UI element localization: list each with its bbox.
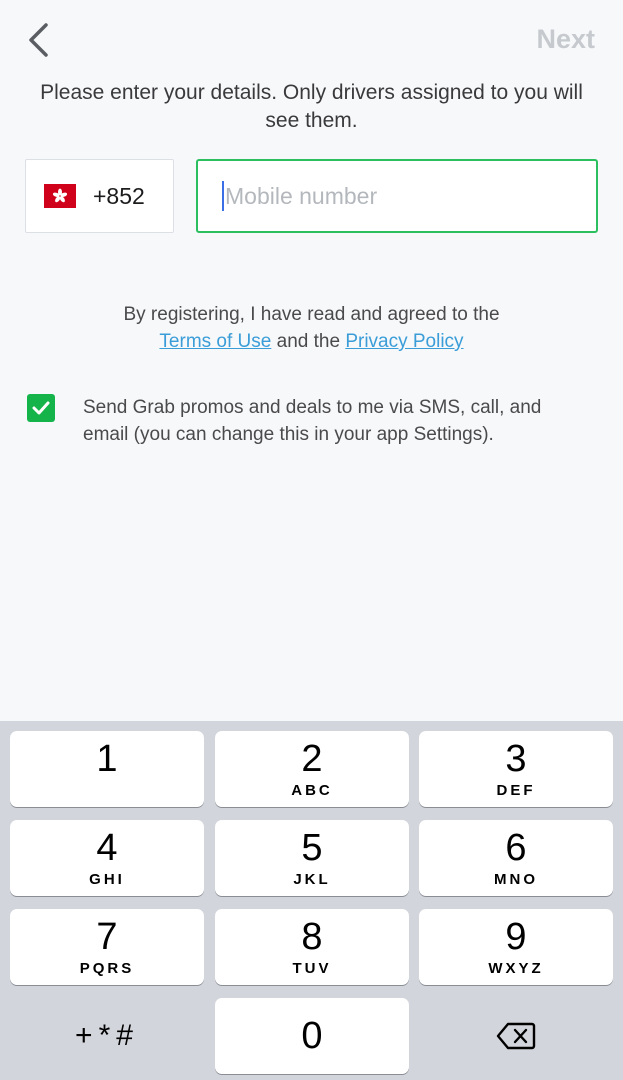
key-letters: WXYZ [488, 960, 544, 977]
key-7[interactable]: 7 PQRS [10, 909, 204, 985]
key-digit: 3 [505, 738, 527, 780]
key-digit: 0 [301, 1015, 323, 1057]
mobile-number-field-wrapper [196, 159, 598, 233]
key-0[interactable]: 0 [215, 998, 409, 1074]
key-digit: 2 [301, 738, 323, 780]
key-letters: JKL [293, 871, 331, 888]
key-digit: 5 [301, 827, 323, 869]
checkmark-icon [32, 401, 50, 415]
text-cursor [222, 181, 224, 211]
country-code-selector[interactable]: +852 [25, 159, 174, 233]
key-9[interactable]: 9 WXYZ [419, 909, 613, 985]
key-digit: 1 [96, 738, 118, 780]
key-letters: GHI [89, 871, 125, 888]
key-letters: TUV [292, 960, 332, 977]
backspace-icon [496, 1022, 536, 1050]
key-symbols[interactable]: +*# [10, 998, 204, 1074]
terms-conjunction: and the [276, 331, 341, 352]
chevron-left-icon [29, 23, 48, 57]
key-5[interactable]: 5 JKL [215, 820, 409, 896]
next-button[interactable]: Next [536, 24, 595, 55]
key-letters: ABC [291, 782, 333, 799]
key-digit: 4 [96, 827, 118, 869]
privacy-policy-link[interactable]: Privacy Policy [345, 331, 463, 352]
terms-of-use-link[interactable]: Terms of Use [159, 331, 271, 352]
mobile-number-input[interactable] [225, 182, 585, 210]
symbols-label: +*# [75, 1019, 139, 1052]
key-1[interactable]: 1 [10, 731, 204, 807]
key-8[interactable]: 8 TUV [215, 909, 409, 985]
hong-kong-flag-icon [44, 184, 76, 208]
key-letters: DEF [496, 782, 536, 799]
key-delete[interactable] [419, 998, 613, 1074]
terms-prefix: By registering, I have read and agreed t… [123, 304, 500, 325]
key-digit: 9 [505, 916, 527, 958]
key-digit: 6 [505, 827, 527, 869]
promo-checkbox[interactable] [27, 394, 55, 422]
key-letters: PQRS [79, 960, 135, 977]
key-3[interactable]: 3 DEF [419, 731, 613, 807]
key-4[interactable]: 4 GHI [10, 820, 204, 896]
back-button[interactable] [18, 18, 58, 62]
key-digit: 8 [301, 916, 323, 958]
numeric-keypad: 1 2 ABC 3 DEF 4 GHI 5 JKL 6 MNO 7 PQRS 8… [0, 721, 623, 1080]
intro-text: Please enter your details. Only drivers … [40, 81, 583, 132]
key-2[interactable]: 2 ABC [215, 731, 409, 807]
country-code-label: +852 [93, 182, 145, 209]
key-6[interactable]: 6 MNO [419, 820, 613, 896]
key-digit: 7 [96, 916, 118, 958]
promo-consent-text: Send Grab promos and deals to me via SMS… [83, 397, 542, 445]
terms-notice: By registering, I have read and agreed t… [40, 301, 583, 355]
header: Next [0, 0, 623, 80]
key-letters: MNO [494, 871, 538, 888]
